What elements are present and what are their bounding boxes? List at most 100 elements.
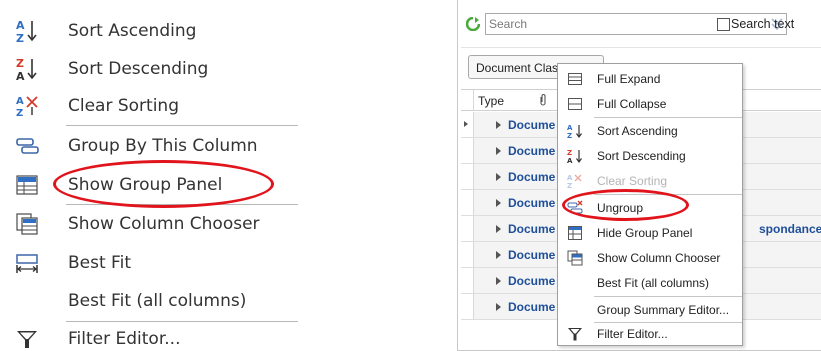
menu-item-label: Group By This Column [68, 136, 258, 156]
menu-item-filter-editor[interactable]: Filter Editor... [558, 321, 742, 346]
grid-application: Search text Document Clas Type Docume Do… [457, 0, 821, 351]
expand-arrow-icon[interactable] [496, 303, 501, 311]
row-indicator [461, 164, 474, 189]
group-by-column-icon [14, 133, 40, 159]
full-expand-icon [567, 71, 583, 87]
menu-item-label: Best Fit (all columns) [68, 291, 247, 311]
group-row-text: Docume [508, 170, 556, 184]
menu-item-label: Clear Sorting [68, 96, 179, 116]
menu-item-label: Sort Ascending [68, 21, 197, 41]
menu-item-label: Sort Descending [68, 59, 209, 79]
expand-arrow-icon[interactable] [496, 277, 501, 285]
menu-item-show-column-chooser[interactable]: Show Column Chooser [558, 245, 742, 270]
menu-item-filter-editor[interactable]: Filter Editor... [0, 320, 298, 351]
menu-item-label: Full Collapse [597, 97, 667, 111]
svg-text:A: A [567, 157, 573, 164]
context-menu-zoomed: A Z Sort Ascending Z A Sort Descending A… [0, 0, 300, 351]
menu-item-label: Clear Sorting [597, 174, 668, 188]
svg-text:Z: Z [567, 149, 572, 157]
show-group-panel-icon [14, 172, 40, 198]
group-row-text: Docume [508, 300, 556, 314]
group-row-text-tail: spondance [759, 222, 821, 236]
hide-group-panel-icon [567, 225, 583, 241]
filter-icon [14, 326, 40, 351]
row-indicator [461, 216, 474, 241]
expand-arrow-icon[interactable] [496, 173, 501, 181]
menu-item-group-summary-editor[interactable]: Group Summary Editor... [558, 297, 742, 322]
full-collapse-icon [567, 96, 583, 112]
column-header-type[interactable]: Type [478, 94, 504, 108]
group-row-text: Docume [508, 118, 556, 132]
group-row-text: Docume [508, 196, 556, 210]
clear-sorting-icon: AZ [567, 173, 583, 189]
menu-item-label: Filter Editor... [597, 327, 668, 341]
menu-item-group-by-column[interactable]: Group By This Column [0, 127, 298, 165]
menu-item-sort-ascending[interactable]: A Z Sort Ascending [0, 12, 298, 50]
menu-item-ungroup[interactable]: Ungroup [558, 195, 742, 220]
row-indicator [461, 294, 474, 319]
group-row-text: Docume [508, 248, 556, 262]
menu-item-best-fit[interactable]: Best Fit [0, 244, 298, 282]
row-indicator-header [461, 90, 474, 111]
menu-item-best-fit-all-columns[interactable]: Best Fit (all columns) [0, 282, 298, 320]
menu-item-label: Best Fit (all columns) [597, 276, 710, 290]
row-indicator [461, 112, 474, 137]
svg-text:Z: Z [16, 57, 24, 70]
menu-item-label: Show Group Panel [68, 175, 223, 195]
expand-arrow-icon[interactable] [496, 225, 501, 233]
menu-item-label: Filter Editor... [68, 329, 181, 349]
sort-ascending-icon: AZ [567, 123, 583, 139]
paperclip-icon[interactable] [538, 93, 548, 107]
svg-text:A: A [16, 19, 25, 32]
group-row-text: Docume [508, 274, 556, 288]
column-chooser-icon [567, 250, 583, 266]
sort-descending-icon: Z A [14, 56, 40, 82]
search-text-label: Search text [731, 17, 795, 31]
menu-item-show-group-panel[interactable]: Show Group Panel [0, 166, 298, 204]
row-indicator [461, 242, 474, 267]
sort-descending-icon: ZA [567, 148, 583, 164]
menu-item-hide-group-panel[interactable]: Hide Group Panel [558, 220, 742, 245]
menu-item-sort-descending[interactable]: Z A Sort Descending [0, 50, 298, 88]
menu-item-full-collapse[interactable]: Full Collapse [558, 91, 742, 116]
menu-item-label: Group Summary Editor... [597, 303, 730, 317]
search-input[interactable] [489, 16, 719, 32]
best-fit-icon [14, 250, 40, 276]
row-indicator [461, 138, 474, 163]
menu-item-sort-descending[interactable]: ZA Sort Descending [558, 143, 742, 168]
clear-sorting-icon: A Z [14, 93, 40, 119]
expand-arrow-icon[interactable] [496, 251, 501, 259]
row-indicator [461, 268, 474, 293]
menu-item-clear-sorting[interactable]: AZ Clear Sorting [558, 168, 742, 193]
svg-text:A: A [567, 174, 573, 182]
menu-item-best-fit-all-columns[interactable]: Best Fit (all columns) [558, 270, 742, 295]
expand-arrow-icon[interactable] [496, 199, 501, 207]
svg-text:Z: Z [567, 182, 572, 189]
svg-text:Z: Z [16, 108, 23, 119]
group-row-text: Docume [508, 144, 556, 158]
menu-item-label: Ungroup [597, 201, 644, 215]
svg-text:Z: Z [16, 32, 24, 44]
search-text-checkbox[interactable] [717, 18, 730, 31]
menu-item-sort-ascending[interactable]: AZ Sort Ascending [558, 118, 742, 143]
filter-icon [567, 326, 583, 342]
expand-arrow-icon[interactable] [496, 147, 501, 155]
ungroup-icon [567, 200, 583, 216]
expand-arrow-icon[interactable] [496, 121, 501, 129]
menu-item-label: Sort Ascending [597, 124, 678, 138]
menu-item-label: Best Fit [68, 253, 131, 273]
menu-item-label: Sort Descending [597, 149, 686, 163]
current-row-icon [464, 121, 468, 127]
svg-text:A: A [16, 70, 25, 82]
menu-item-label: Show Column Chooser [597, 251, 721, 265]
svg-text:Z: Z [567, 132, 572, 139]
menu-item-clear-sorting[interactable]: A Z Clear Sorting [0, 87, 298, 125]
menu-item-label: Full Expand [597, 72, 661, 86]
menu-separator [66, 125, 298, 126]
menu-item-label: Show Column Chooser [68, 214, 260, 234]
svg-text:A: A [16, 96, 24, 107]
menu-item-full-expand[interactable]: Full Expand [558, 66, 742, 91]
refresh-icon[interactable] [465, 16, 481, 32]
menu-item-show-column-chooser[interactable]: Show Column Chooser [0, 205, 298, 243]
sort-ascending-icon: A Z [14, 18, 40, 44]
